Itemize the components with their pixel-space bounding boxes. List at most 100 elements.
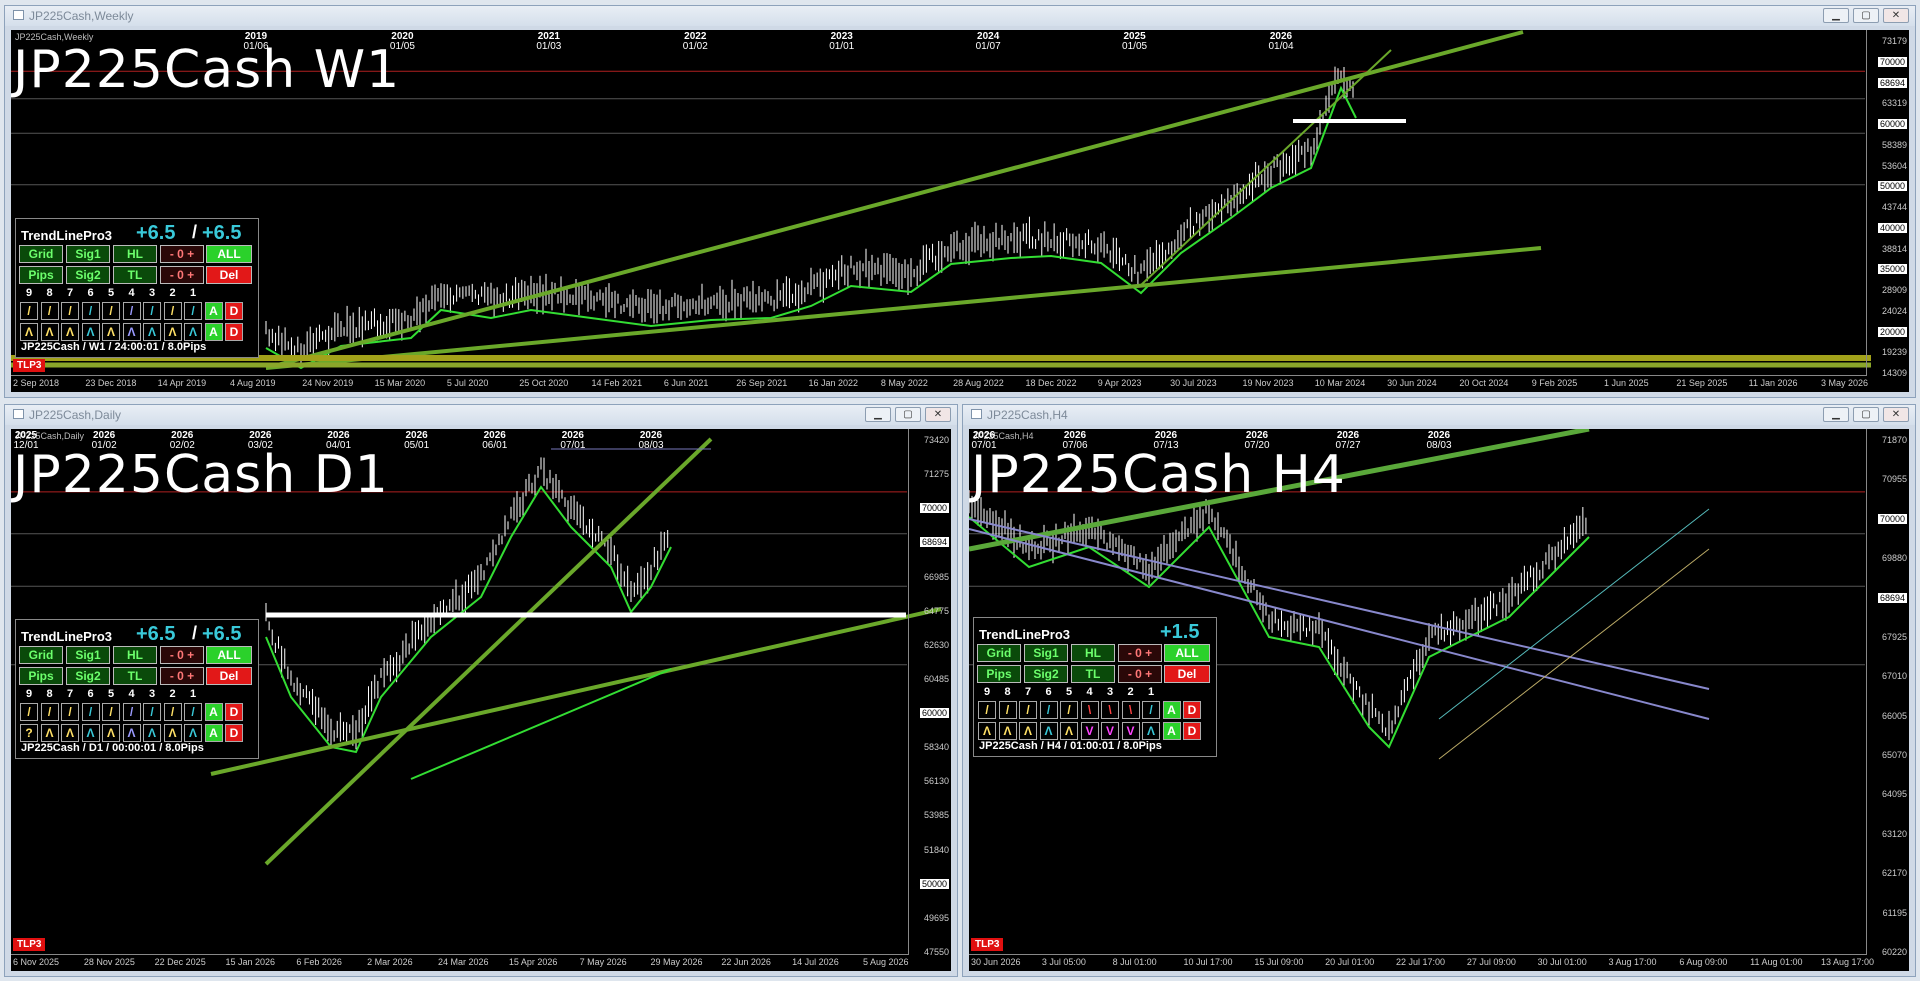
- signal-slot-line[interactable]: /: [184, 703, 202, 721]
- price-axis[interactable]: 73179 70000 68694 63319 60000 58389 53604 50000…: [1866, 30, 1909, 392]
- offset-stepper-2[interactable]: - 0 +: [1118, 665, 1162, 683]
- signal-slot-arrow[interactable]: Λ: [81, 724, 100, 742]
- signal-slot-line[interactable]: /: [143, 703, 161, 721]
- signal-slot-line[interactable]: \: [1121, 701, 1140, 719]
- window-titlebar[interactable]: JP225Cash,Daily ▁ ▢ ✕: [5, 405, 957, 425]
- hl-button[interactable]: HL: [113, 646, 157, 664]
- h4-chart-window[interactable]: JP225Cash,H4 ▁ ▢ ✕ JP225Cash,H4 JP225Cash…: [962, 404, 1916, 977]
- tlp3-tag[interactable]: TLP3: [13, 938, 46, 951]
- signal-slot-line[interactable]: /: [40, 703, 59, 721]
- signal-slot-arrow[interactable]: V: [1121, 722, 1140, 740]
- signal-slot-arrow[interactable]: Λ: [1039, 722, 1058, 740]
- grid-button[interactable]: Grid: [977, 644, 1021, 662]
- offset-stepper-2[interactable]: - 0 +: [160, 266, 204, 284]
- signal-slot-arrow[interactable]: A: [204, 724, 223, 742]
- signal-slot-line[interactable]: /: [1019, 701, 1037, 719]
- signal-slot-line[interactable]: D: [1183, 701, 1201, 719]
- chart-area[interactable]: JP225Cash,Weekly JP225Cash W1 2019 01/06 202…: [11, 30, 1909, 392]
- all-button[interactable]: ALL: [206, 245, 252, 263]
- signal-slot-arrow[interactable]: Λ: [81, 323, 100, 341]
- maximize-button[interactable]: ▢: [1853, 407, 1879, 422]
- grid-button[interactable]: Grid: [19, 245, 63, 263]
- offset-stepper-1[interactable]: - 0 +: [160, 245, 204, 263]
- sig1-button[interactable]: Sig1: [66, 245, 110, 263]
- signal-slot-arrow[interactable]: Λ: [1019, 722, 1037, 740]
- trendlinepro3-panel[interactable]: TrendLinePro3 +1.5 Grid Sig1 HL - 0 + ALL Pips S…: [973, 617, 1217, 757]
- tlp3-tag[interactable]: TLP3: [13, 359, 46, 372]
- close-button[interactable]: ✕: [1883, 8, 1909, 23]
- offset-stepper-1[interactable]: - 0 +: [160, 646, 204, 664]
- offset-stepper-2[interactable]: - 0 +: [160, 667, 204, 685]
- signal-slot-line[interactable]: A: [1162, 701, 1181, 719]
- signal-slot-line[interactable]: \: [1080, 701, 1099, 719]
- signal-slot-line[interactable]: D: [225, 703, 243, 721]
- hl-button[interactable]: HL: [1071, 644, 1115, 662]
- signal-slot-line[interactable]: /: [163, 703, 182, 721]
- tl-button[interactable]: TL: [113, 266, 157, 284]
- all-button[interactable]: ALL: [1164, 644, 1210, 662]
- sig2-button[interactable]: Sig2: [1024, 665, 1068, 683]
- del-button[interactable]: Del: [206, 266, 252, 284]
- signal-slot-arrow[interactable]: Λ: [102, 724, 120, 742]
- signal-slot-line[interactable]: /: [978, 701, 996, 719]
- signal-slot-line[interactable]: A: [204, 302, 223, 320]
- grid-button[interactable]: Grid: [19, 646, 63, 664]
- signal-slot-arrow[interactable]: Λ: [1142, 722, 1160, 740]
- window-titlebar[interactable]: JP225Cash,H4 ▁ ▢ ✕: [963, 405, 1915, 425]
- signal-slot-arrow[interactable]: Λ: [102, 323, 120, 341]
- price-axis[interactable]: 73420 71275 70000 68694 66985 64775 62630 60485…: [908, 429, 951, 971]
- signal-slot-line[interactable]: /: [61, 302, 79, 320]
- signal-slot-arrow[interactable]: Λ: [143, 724, 161, 742]
- signal-slot-line[interactable]: /: [20, 703, 38, 721]
- signal-slot-arrow[interactable]: V: [1101, 722, 1119, 740]
- signal-slot-line[interactable]: /: [81, 703, 100, 721]
- price-axis[interactable]: 71870 70955 70000 69880 68694 67925 67010 66005…: [1866, 429, 1909, 971]
- signal-slot-arrow[interactable]: Λ: [978, 722, 996, 740]
- signal-slot-arrow[interactable]: Λ: [122, 724, 141, 742]
- maximize-button[interactable]: ▢: [1853, 8, 1879, 23]
- signal-slot-line[interactable]: /: [102, 302, 120, 320]
- weekly-chart-window[interactable]: JP225Cash,Weekly ▁ ▢ ✕ JP225Cash,Weekly J…: [4, 5, 1916, 398]
- signal-slot-arrow[interactable]: Λ: [184, 724, 202, 742]
- signal-slot-line[interactable]: D: [225, 302, 243, 320]
- signal-slot-arrow[interactable]: Λ: [163, 323, 182, 341]
- signal-slot-arrow[interactable]: A: [204, 323, 223, 341]
- sig2-button[interactable]: Sig2: [66, 266, 110, 284]
- signal-slot-arrow[interactable]: Λ: [122, 323, 141, 341]
- time-axis[interactable]: 2 Sep 2018 23 Dec 2018 14 Apr 2019 4 Aug 20…: [11, 375, 1868, 392]
- signal-slot-line[interactable]: /: [143, 302, 161, 320]
- daily-chart-window[interactable]: JP225Cash,Daily ▁ ▢ ✕ JP225Cash,Daily JP2…: [4, 404, 958, 977]
- time-axis[interactable]: 30 Jun 2026 3 Jul 05:00 8 Jul 01:00 10 Jul …: [969, 954, 1874, 971]
- signal-slot-line[interactable]: /: [81, 302, 100, 320]
- signal-slot-arrow[interactable]: ?: [20, 724, 38, 742]
- signal-slot-arrow[interactable]: Λ: [143, 323, 161, 341]
- sig1-button[interactable]: Sig1: [1024, 644, 1068, 662]
- tl-button[interactable]: TL: [113, 667, 157, 685]
- all-button[interactable]: ALL: [206, 646, 252, 664]
- signal-slot-line[interactable]: /: [122, 302, 141, 320]
- minimize-button[interactable]: ▁: [865, 407, 891, 422]
- pips-button[interactable]: Pips: [19, 667, 63, 685]
- signal-slot-arrow[interactable]: V: [1080, 722, 1099, 740]
- minimize-button[interactable]: ▁: [1823, 8, 1849, 23]
- trendlinepro3-panel[interactable]: TrendLinePro3 +6.5/+6.5 Grid Sig1 HL - 0 + ALL…: [15, 619, 259, 759]
- signal-slot-arrow[interactable]: Λ: [61, 724, 79, 742]
- signal-slot-line[interactable]: /: [40, 302, 59, 320]
- chart-area[interactable]: JP225Cash,Daily JP225Cash D1 2025 12/01 2026…: [11, 429, 951, 971]
- signal-slot-line[interactable]: /: [122, 703, 141, 721]
- pips-button[interactable]: Pips: [19, 266, 63, 284]
- tl-button[interactable]: TL: [1071, 665, 1115, 683]
- signal-slot-line[interactable]: A: [204, 703, 223, 721]
- signal-slot-arrow[interactable]: D: [225, 724, 243, 742]
- signal-slot-arrow[interactable]: Λ: [998, 722, 1017, 740]
- signal-slot-arrow[interactable]: D: [225, 323, 243, 341]
- signal-slot-arrow[interactable]: Λ: [20, 323, 38, 341]
- chart-area[interactable]: JP225Cash,H4 JP225Cash H4 2026 07/01 2026 07/…: [969, 429, 1909, 971]
- signal-slot-line[interactable]: /: [61, 703, 79, 721]
- signal-slot-arrow[interactable]: Λ: [184, 323, 202, 341]
- close-button[interactable]: ✕: [925, 407, 951, 422]
- hl-button[interactable]: HL: [113, 245, 157, 263]
- time-axis[interactable]: 6 Nov 2025 28 Nov 2025 22 Dec 2025 15 Jan 2…: [11, 954, 909, 971]
- close-button[interactable]: ✕: [1883, 407, 1909, 422]
- trendlinepro3-panel[interactable]: TrendLinePro3 +6.5/+6.5 Grid Sig1 HL - 0 + ALL…: [15, 218, 259, 358]
